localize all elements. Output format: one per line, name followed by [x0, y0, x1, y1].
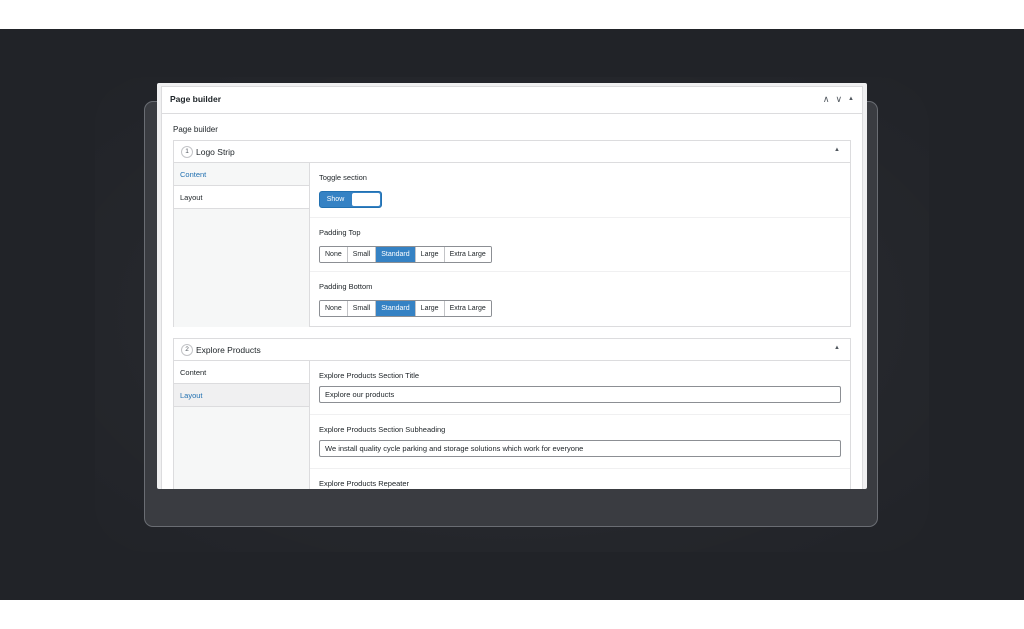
show-toggle[interactable]: Show	[319, 191, 382, 208]
padding-bottom-option-extra-large[interactable]: Extra Large	[444, 301, 491, 316]
metabox-header: Page builder ∧ ∨ ▲	[162, 87, 862, 114]
padding-bottom-option-small[interactable]: Small	[347, 301, 377, 316]
move-down-icon[interactable]: ∨	[835, 92, 842, 106]
padding-top-option-extra-large[interactable]: Extra Large	[444, 247, 491, 262]
padding-top-option-standard[interactable]: Standard	[376, 247, 416, 262]
metabox-title: Page builder	[170, 94, 222, 104]
layout-index-badge: 2	[181, 344, 193, 356]
section-subheading-field: Explore Products Section Subheading We i…	[310, 415, 850, 469]
page-builder-metabox: Page builder ∧ ∨ ▲ Page builder 1 Logo S…	[161, 86, 863, 489]
section-title-input[interactable]: Explore our products	[319, 386, 841, 403]
padding-top-option-large[interactable]: Large	[415, 247, 445, 262]
layout-block-header[interactable]: 2 Explore Products ▲	[174, 339, 850, 361]
toggle-state-label: Show	[326, 196, 345, 203]
layout-tabs: Content Layout	[174, 361, 310, 489]
move-up-icon[interactable]: ∧	[823, 92, 830, 106]
tab-layout[interactable]: Layout	[174, 384, 309, 407]
tab-layout[interactable]: Layout	[174, 186, 309, 209]
metabox-controls: ∧ ∨ ▲	[823, 92, 854, 106]
editor-window: Page builder ∧ ∨ ▲ Page builder 1 Logo S…	[157, 83, 867, 489]
field-label: Page builder	[173, 125, 218, 134]
layout-block-body: Content Layout Explore Products Section …	[174, 361, 850, 489]
layout-block-explore-products: 2 Explore Products ▲ Content Layout Expl…	[173, 338, 851, 489]
padding-top-options: None Small Standard Large Extra Large	[319, 246, 492, 263]
collapse-layout-icon[interactable]: ▲	[834, 147, 840, 153]
padding-bottom-options: None Small Standard Large Extra Large	[319, 300, 492, 317]
padding-bottom-option-none[interactable]: None	[320, 301, 348, 316]
padding-top-option-none[interactable]: None	[320, 247, 348, 262]
repeater-label: Explore Products Repeater	[319, 479, 410, 488]
layout-fields: Explore Products Section Title Explore o…	[310, 361, 850, 489]
padding-top-label: Padding Top	[319, 228, 361, 237]
section-title-label: Explore Products Section Title	[319, 371, 420, 380]
layout-block-header[interactable]: 1 Logo Strip ▲	[174, 141, 850, 163]
padding-bottom-field: Padding Bottom None Small Standard Large…	[310, 272, 850, 327]
layout-block-title: Explore Products	[196, 344, 261, 355]
padding-bottom-label: Padding Bottom	[319, 282, 373, 291]
layout-index-badge: 1	[181, 146, 193, 158]
collapse-layout-icon[interactable]: ▲	[834, 345, 840, 351]
layout-block-logo-strip: 1 Logo Strip ▲ Content Layout Toggle sec…	[173, 140, 851, 327]
toggle-knob	[352, 193, 380, 206]
layout-fields: Toggle section Show Padding Top None Sma…	[310, 163, 850, 327]
layout-block-body: Content Layout Toggle section Show Paddi…	[174, 163, 850, 327]
layout-block-title: Logo Strip	[196, 146, 235, 157]
padding-bottom-option-standard[interactable]: Standard	[376, 301, 416, 316]
padding-bottom-option-large[interactable]: Large	[415, 301, 445, 316]
toggle-section-label: Toggle section	[319, 173, 367, 182]
repeater-field: Explore Products Repeater	[310, 469, 850, 489]
tab-content[interactable]: Content	[174, 163, 309, 186]
collapse-metabox-icon[interactable]: ▲	[848, 92, 854, 106]
layout-tabs: Content Layout	[174, 163, 310, 327]
section-title-field: Explore Products Section Title Explore o…	[310, 361, 850, 415]
tab-content[interactable]: Content	[174, 361, 309, 384]
section-subheading-label: Explore Products Section Subheading	[319, 425, 446, 434]
section-subheading-input[interactable]: We install quality cycle parking and sto…	[319, 440, 841, 457]
padding-top-option-small[interactable]: Small	[347, 247, 377, 262]
toggle-section-field: Toggle section Show	[310, 163, 850, 218]
padding-top-field: Padding Top None Small Standard Large Ex…	[310, 218, 850, 272]
